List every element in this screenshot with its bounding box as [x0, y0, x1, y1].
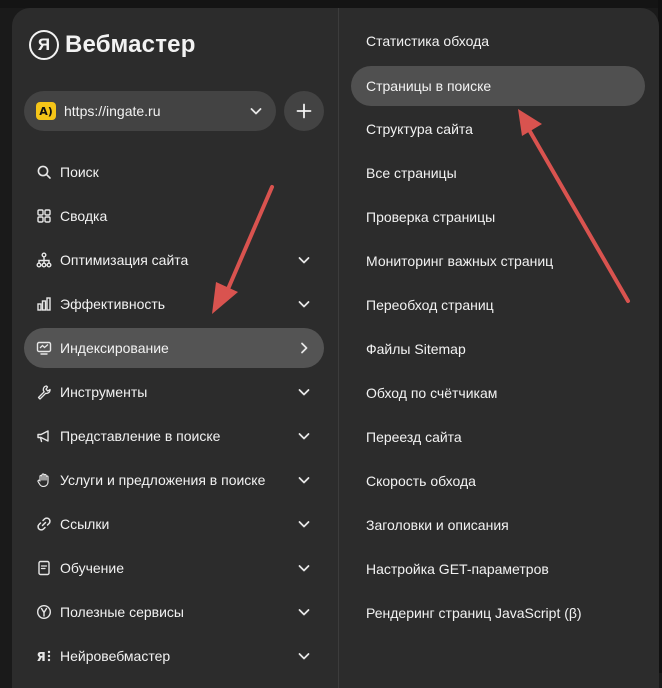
submenu-item-site-structure[interactable]: Структура сайта [351, 109, 645, 149]
grid-icon [36, 208, 52, 224]
nav-item-label: Полезные сервисы [60, 604, 184, 620]
nav-item-label: Представление в поиске [60, 428, 221, 444]
nav-item-useful-services[interactable]: Полезные сервисы [24, 592, 324, 632]
nav-item-services-offers[interactable]: Услуги и предложения в поиске [24, 460, 324, 500]
submenu-item-all-pages[interactable]: Все страницы [351, 153, 645, 193]
chevron-down-icon [298, 301, 310, 308]
nav-item-label: Услуги и предложения в поиске [60, 472, 266, 488]
site-url: https://ingate.ru [64, 103, 161, 119]
nav-item-tools[interactable]: Инструменты [24, 372, 324, 412]
nav-item-indexing[interactable]: Индексирование [24, 328, 324, 368]
search-icon [36, 164, 52, 180]
nav-item-label: Ссылки [60, 516, 110, 532]
monitor-icon [36, 340, 52, 356]
link-icon [36, 516, 52, 532]
book-icon [36, 560, 52, 576]
submenu-item-js-rendering[interactable]: Рендеринг страниц JavaScript (β) [351, 593, 645, 633]
chevron-down-icon [250, 108, 262, 115]
submenu-item-important-pages[interactable]: Мониторинг важных страниц [351, 241, 645, 281]
submenu-item-get-params[interactable]: Настройка GET-параметров [351, 549, 645, 589]
nav-item-label: Индексирование [60, 340, 169, 356]
wrench-icon [36, 384, 52, 400]
top-strip [0, 0, 662, 8]
nav-item-summary[interactable]: Сводка [24, 196, 324, 236]
chevron-down-icon [298, 609, 310, 616]
add-site-button[interactable] [284, 91, 324, 131]
nav-item-search[interactable]: Поиск [24, 152, 324, 192]
submenu-item-counter-crawl[interactable]: Обход по счётчикам [351, 373, 645, 413]
hand-icon [36, 472, 52, 488]
app-title: Вебмастер [65, 31, 196, 58]
chevron-down-icon [298, 521, 310, 528]
megaphone-icon [36, 428, 52, 444]
site-favicon-icon: A) [36, 102, 56, 120]
nav-item-label: Сводка [60, 208, 108, 224]
app-logo[interactable]: Я Вебмастер [29, 30, 196, 60]
main-navigation-panel: Я Вебмастер A) https://ingate.ru Поиск С… [12, 8, 338, 688]
nav-item-label: Инструменты [60, 384, 148, 400]
submenu-item-sitemap-files[interactable]: Файлы Sitemap [351, 329, 645, 369]
site-selector[interactable]: A) https://ingate.ru [24, 91, 276, 131]
nav-item-label: Нейровебмастер [60, 648, 171, 664]
submenu-item-crawl-speed[interactable]: Скорость обхода [351, 461, 645, 501]
nav-item-search-appearance[interactable]: Представление в поиске [24, 416, 324, 456]
chevron-down-icon [298, 653, 310, 660]
nav-item-site-optimization[interactable]: Оптимизация сайта [24, 240, 324, 280]
nav-item-efficiency[interactable]: Эффективность [24, 284, 324, 324]
submenu-item-crawl-stats[interactable]: Статистика обхода [351, 21, 645, 61]
nav-item-label: Оптимизация сайта [60, 252, 189, 268]
submenu-item-titles-descriptions[interactable]: Заголовки и описания [351, 505, 645, 545]
nav-item-links[interactable]: Ссылки [24, 504, 324, 544]
submenu-item-site-move[interactable]: Переезд сайта [351, 417, 645, 457]
chevron-down-icon [298, 389, 310, 396]
nav-item-neurowebmaster[interactable]: Я Нейровебмастер [24, 636, 324, 676]
svg-text:Я: Я [37, 650, 46, 664]
nav-item-label: Обучение [60, 560, 125, 576]
plus-icon [296, 103, 312, 119]
submenu-item-recrawl[interactable]: Переобход страниц [351, 285, 645, 325]
chevron-down-icon [298, 433, 310, 440]
neuro-icon: Я [36, 648, 52, 664]
chevron-down-icon [298, 477, 310, 484]
chevron-down-icon [298, 257, 310, 264]
submenu-item-page-check[interactable]: Проверка страницы [351, 197, 645, 237]
yandex-circle-icon [36, 604, 52, 620]
nav-item-learning[interactable]: Обучение [24, 548, 324, 588]
bar-chart-icon [36, 296, 52, 312]
nav-item-label: Эффективность [60, 296, 166, 312]
chevron-down-icon [298, 565, 310, 572]
chevron-right-icon [301, 342, 308, 354]
submenu-item-pages-in-search[interactable]: Страницы в поиске [351, 66, 645, 106]
sitemap-icon [36, 252, 52, 268]
yandex-logo-icon: Я [29, 30, 59, 60]
nav-item-label: Поиск [60, 164, 99, 180]
indexing-submenu-panel: Статистика обхода Страницы в поиске Стру… [338, 8, 659, 688]
